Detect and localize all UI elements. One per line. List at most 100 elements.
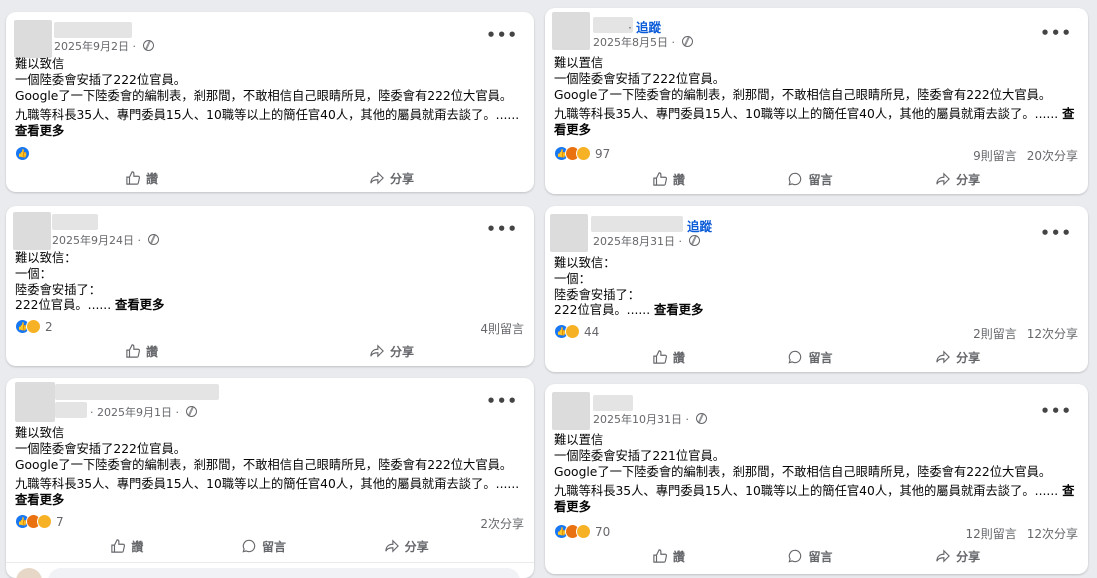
thumbs-up-icon bbox=[653, 350, 667, 364]
reactions[interactable]: 👍 44 bbox=[554, 324, 599, 339]
share-button[interactable]: 分享 bbox=[384, 538, 429, 555]
post-text-line: 222位官員。...... 查看更多 bbox=[15, 298, 165, 313]
like-button[interactable]: 讚 bbox=[126, 343, 158, 360]
post-card: · 追蹤 2025年8月5日 · ••• 難以置信 一個陸委會安插了222位官員… bbox=[545, 8, 1088, 194]
haha-reaction-icon bbox=[37, 514, 52, 529]
reaction-count: 97 bbox=[595, 146, 611, 161]
comment-button[interactable]: 留言 bbox=[242, 538, 286, 555]
post-text-line: 一個陸委會安插了221位官員。 bbox=[554, 448, 726, 463]
comment-button[interactable]: 留言 bbox=[788, 349, 832, 366]
share-icon bbox=[936, 549, 951, 563]
see-more-link[interactable]: 查看更多 bbox=[115, 298, 164, 312]
post-text-line: 一個陸委會安插了222位官員。 bbox=[554, 71, 726, 86]
action-bar: 讚 分享 bbox=[6, 340, 534, 362]
reaction-count: 7 bbox=[56, 514, 64, 529]
post-date[interactable]: 2025年9月1日 bbox=[97, 406, 172, 419]
see-more-link[interactable]: 查看更多 bbox=[654, 303, 703, 317]
reactions[interactable]: 👍 7 bbox=[15, 514, 64, 529]
see-more-link[interactable]: 查看更多 bbox=[15, 124, 64, 138]
post-date[interactable]: 2025年8月5日 bbox=[593, 36, 668, 49]
post-date[interactable]: 2025年9月2日 bbox=[54, 40, 129, 53]
like-button[interactable]: 讚 bbox=[111, 538, 143, 555]
post-body: 難以致信： 一個： 陸委會安插了： 222位官員。...... 查看更多 bbox=[15, 251, 525, 314]
reactions[interactable]: 👍 2 bbox=[15, 319, 53, 334]
like-button[interactable]: 讚 bbox=[653, 548, 685, 565]
post-date[interactable]: 2025年10月31日 bbox=[593, 413, 682, 426]
author-name-blurred[interactable] bbox=[593, 395, 633, 411]
author-name-blurred[interactable] bbox=[55, 402, 87, 418]
reactions[interactable]: 👍 70 bbox=[554, 524, 610, 539]
more-options-icon[interactable]: ••• bbox=[486, 220, 518, 238]
post-text-line: 九職等科長35人、專門委員15人、10職等以上的簡任官40人，其他的屬員就甭去談… bbox=[15, 108, 520, 139]
like-button[interactable]: 讚 bbox=[653, 171, 685, 188]
action-bar: 讚 留言 分享 bbox=[545, 346, 1088, 368]
post-body: 難以致信： 一個： 陸委會安插了： 222位官員。...... 查看更多 bbox=[554, 256, 1079, 319]
author-name-blurred[interactable] bbox=[52, 214, 98, 230]
wow-reaction-icon bbox=[576, 146, 591, 161]
post-card: · 2025年9月1日 · ••• 難以致信 一個陸委會安插了222位官員。 G… bbox=[6, 378, 534, 578]
post-stats: 9則留言 20次分享 bbox=[973, 147, 1078, 164]
post-body: 難以致信 一個陸委會安插了222位官員。 Google了一下陸委會的編制表，剎那… bbox=[15, 426, 525, 509]
post-body: 難以置信 一個陸委會安插了222位官員。 Google了一下陸委會的編制表，剎那… bbox=[554, 56, 1079, 139]
share-count[interactable]: 12次分享 bbox=[1027, 527, 1078, 541]
author-name-blurred[interactable] bbox=[591, 216, 683, 232]
more-options-icon[interactable]: ••• bbox=[1040, 224, 1072, 242]
more-options-icon[interactable]: ••• bbox=[486, 26, 518, 44]
post-meta: 2025年8月31日 · bbox=[593, 233, 700, 249]
share-button[interactable]: 分享 bbox=[936, 548, 980, 565]
post-meta: 2025年10月31日 · bbox=[593, 411, 707, 427]
comment-input[interactable] bbox=[48, 568, 520, 578]
post-date[interactable]: 2025年9月24日 bbox=[52, 234, 134, 247]
post-stats: 12則留言 12次分享 bbox=[965, 525, 1078, 542]
reactions[interactable]: 👍 bbox=[15, 146, 30, 161]
author-name-blurred[interactable] bbox=[593, 17, 633, 33]
comment-count[interactable]: 2則留言 bbox=[973, 327, 1017, 341]
comment-button[interactable]: 留言 bbox=[788, 171, 832, 188]
avatar[interactable] bbox=[552, 12, 590, 50]
post-stats: 4則留言 bbox=[480, 320, 524, 337]
share-count[interactable]: 20次分享 bbox=[1027, 149, 1078, 163]
wow-reaction-icon bbox=[565, 324, 580, 339]
avatar[interactable] bbox=[552, 392, 590, 430]
comment-count[interactable]: 4則留言 bbox=[480, 322, 524, 336]
more-options-icon[interactable]: ••• bbox=[1040, 402, 1072, 420]
share-button[interactable]: 分享 bbox=[370, 343, 414, 360]
post-text-line: 難以致信 bbox=[15, 426, 65, 440]
comment-button[interactable]: 留言 bbox=[788, 548, 832, 565]
post-card: 追蹤 2025年8月31日 · ••• 難以致信： 一個： 陸委會安插了： 22… bbox=[545, 206, 1088, 372]
divider bbox=[6, 562, 534, 563]
share-icon bbox=[384, 539, 399, 553]
share-count[interactable]: 2次分享 bbox=[480, 517, 524, 531]
avatar[interactable] bbox=[13, 212, 51, 250]
reactions[interactable]: 👍 97 bbox=[554, 146, 610, 161]
avatar[interactable] bbox=[15, 382, 55, 422]
see-more-link[interactable]: 查看更多 bbox=[15, 493, 64, 507]
post-card: 2025年9月2日 · ••• 難以致信 一個陸委會安插了222位官員。 Goo… bbox=[6, 12, 534, 192]
avatar[interactable] bbox=[14, 20, 52, 58]
share-count[interactable]: 12次分享 bbox=[1027, 327, 1078, 341]
author-name-blurred[interactable] bbox=[54, 22, 132, 38]
share-icon bbox=[370, 171, 384, 185]
reaction-count: 2 bbox=[45, 319, 53, 334]
comment-icon bbox=[242, 539, 256, 553]
post-card: 2025年9月24日 · ••• 難以致信： 一個： 陸委會安插了： 222位官… bbox=[6, 206, 534, 366]
more-options-icon[interactable]: ••• bbox=[1040, 24, 1072, 42]
post-text-line: 一個： bbox=[15, 266, 52, 281]
avatar[interactable] bbox=[550, 214, 588, 252]
thumbs-up-icon bbox=[126, 344, 140, 358]
like-button[interactable]: 讚 bbox=[126, 170, 158, 187]
comment-icon bbox=[788, 350, 802, 364]
like-button[interactable]: 讚 bbox=[653, 349, 685, 366]
share-button[interactable]: 分享 bbox=[936, 349, 980, 366]
share-button[interactable]: 分享 bbox=[370, 170, 414, 187]
comment-count[interactable]: 9則留言 bbox=[973, 149, 1017, 163]
globe-icon bbox=[681, 36, 693, 47]
wow-reaction-icon bbox=[576, 524, 591, 539]
post-date[interactable]: 2025年8月31日 bbox=[593, 235, 675, 248]
more-options-icon[interactable]: ••• bbox=[486, 392, 518, 410]
author-name-blurred[interactable] bbox=[55, 384, 219, 400]
post-text-line: 難以致信： bbox=[15, 251, 77, 265]
share-button[interactable]: 分享 bbox=[936, 171, 980, 188]
like-reaction-icon: 👍 bbox=[15, 146, 30, 161]
comment-count[interactable]: 12則留言 bbox=[965, 527, 1016, 541]
